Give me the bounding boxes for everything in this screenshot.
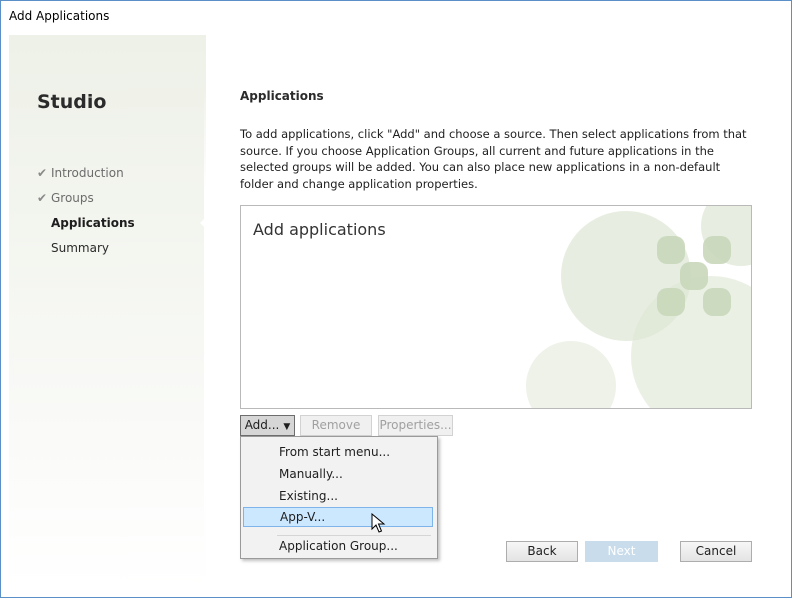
add-dropdown-button[interactable]: Add... ▼ bbox=[240, 415, 295, 436]
step-label: Groups bbox=[51, 191, 94, 205]
step-label: Summary bbox=[51, 241, 109, 255]
menu-item-app-v[interactable]: App-V... bbox=[243, 507, 433, 527]
caret-down-icon: ▼ bbox=[283, 422, 291, 432]
cancel-button[interactable]: Cancel bbox=[680, 541, 752, 562]
add-applications-window: Add Applications Studio ✔ Introduction ✔… bbox=[0, 0, 792, 598]
page-title: Applications bbox=[240, 89, 324, 103]
properties-button[interactable]: Properties... bbox=[378, 415, 453, 436]
mouse-pointer-icon bbox=[371, 513, 386, 533]
back-button[interactable]: Back bbox=[506, 541, 578, 562]
menu-item-from-start-menu[interactable]: From start menu... bbox=[243, 442, 433, 462]
step-label: Applications bbox=[51, 216, 135, 230]
step-label: Introduction bbox=[51, 166, 124, 180]
page-description: To add applications, click "Add" and cho… bbox=[240, 127, 747, 191]
wizard-steps: ✔ Introduction ✔ Groups Applications Sum… bbox=[37, 166, 135, 266]
step-summary: Summary bbox=[37, 241, 135, 266]
check-icon: ✔ bbox=[37, 166, 48, 180]
check-icon: ✔ bbox=[37, 191, 48, 205]
menu-item-existing[interactable]: Existing... bbox=[243, 486, 433, 506]
menu-item-manually[interactable]: Manually... bbox=[243, 464, 433, 484]
step-groups: ✔ Groups bbox=[37, 191, 135, 216]
studio-brand: Studio bbox=[37, 91, 107, 113]
next-button[interactable]: Next bbox=[585, 541, 658, 562]
add-button-label: Add... bbox=[244, 418, 280, 432]
step-introduction: ✔ Introduction bbox=[37, 166, 135, 191]
window-title: Add Applications bbox=[1, 1, 791, 31]
add-source-menu: From start menu... Manually... Existing.… bbox=[240, 436, 438, 559]
wizard-sidebar: Studio ✔ Introduction ✔ Groups Applicati… bbox=[9, 35, 205, 591]
menu-item-application-group[interactable]: Application Group... bbox=[243, 536, 433, 556]
remove-button[interactable]: Remove bbox=[300, 415, 372, 436]
list-heading: Add applications bbox=[253, 220, 386, 239]
applications-list[interactable]: Add applications bbox=[240, 205, 752, 409]
step-applications: Applications bbox=[37, 216, 135, 241]
